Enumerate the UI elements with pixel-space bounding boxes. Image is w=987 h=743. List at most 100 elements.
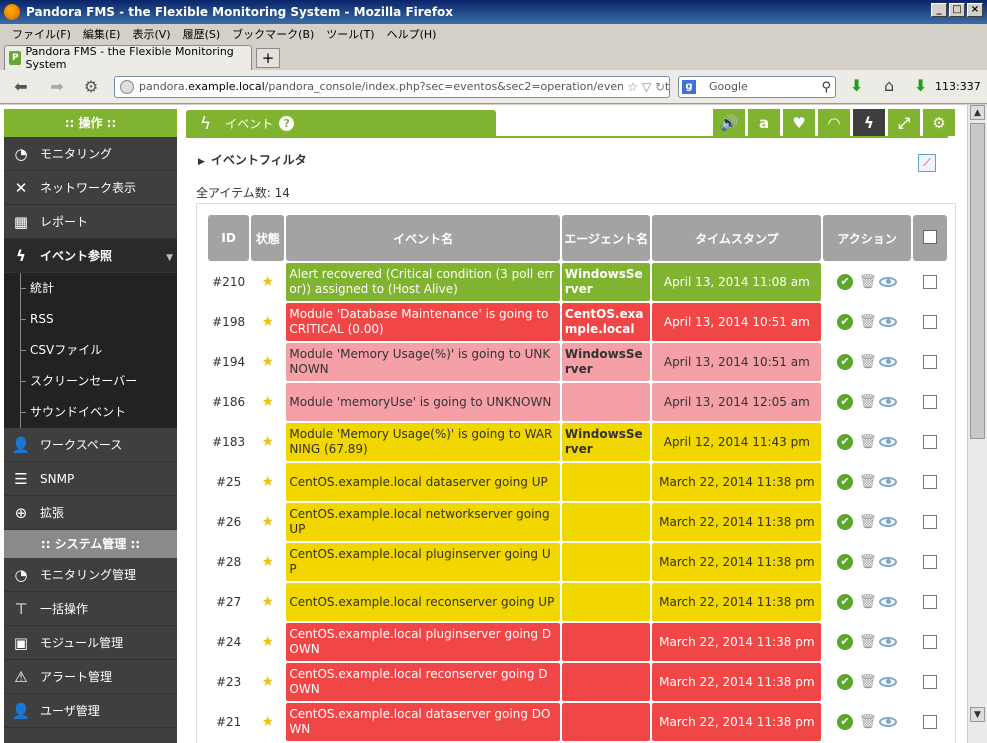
sidebar-item-monitoring[interactable]: ◔ モニタリング bbox=[4, 137, 177, 171]
search-icon[interactable]: ⚲ bbox=[821, 78, 831, 98]
trash-icon[interactable]: 🗑 bbox=[859, 354, 877, 370]
site-identity-icon[interactable]: ⚙ bbox=[80, 76, 102, 98]
eye-icon[interactable] bbox=[879, 637, 898, 647]
close-icon[interactable]: × bbox=[967, 3, 983, 17]
eye-icon[interactable] bbox=[879, 437, 898, 447]
column-header-timestamp[interactable]: タイムスタンプ bbox=[652, 215, 822, 261]
heart-icon[interactable]: ♥ bbox=[783, 109, 815, 136]
trash-icon[interactable]: 🗑 bbox=[859, 394, 877, 410]
sidebar-item-extensions[interactable]: ⊕ 拡張 bbox=[4, 496, 177, 530]
row-checkbox[interactable] bbox=[922, 475, 937, 490]
event-agent[interactable] bbox=[561, 583, 651, 621]
download-arrow-icon[interactable]: ⬇ bbox=[850, 76, 863, 95]
minimize-icon[interactable]: _ bbox=[931, 3, 947, 17]
sidebar-item-events[interactable]: ϟ イベント参照 ▼ bbox=[4, 239, 177, 273]
validate-check-icon[interactable]: ✔ bbox=[837, 674, 854, 690]
validate-check-icon[interactable]: ✔ bbox=[837, 634, 854, 650]
url-bar[interactable]: pandora.example.local/pandora_console/in… bbox=[114, 76, 670, 98]
chart-icon[interactable]: ⟋ bbox=[918, 154, 936, 172]
trash-icon[interactable]: 🗑 bbox=[859, 434, 877, 450]
row-checkbox[interactable] bbox=[922, 275, 937, 290]
sound-icon[interactable]: 🔊 bbox=[713, 109, 745, 136]
eye-icon[interactable] bbox=[879, 477, 898, 487]
sidebar-item-workspace[interactable]: 👤 ワークスペース bbox=[4, 428, 177, 462]
sidebar-subitem-csv[interactable]: CSVファイル bbox=[4, 335, 177, 366]
row-checkbox[interactable] bbox=[922, 355, 937, 370]
page-scrollbar[interactable]: ▲ ▼ bbox=[967, 105, 987, 743]
event-agent[interactable] bbox=[561, 543, 651, 581]
browser-tab[interactable]: P Pandora FMS - the Flexible Monitoring … bbox=[4, 45, 252, 71]
eye-icon[interactable] bbox=[879, 717, 898, 727]
event-filter-toggle[interactable]: ▶ イベントフィルタ bbox=[198, 151, 307, 168]
trash-icon[interactable]: 🗑 bbox=[859, 634, 877, 650]
event-agent[interactable] bbox=[561, 623, 651, 661]
row-checkbox[interactable] bbox=[922, 315, 937, 330]
row-checkbox[interactable] bbox=[922, 715, 937, 730]
event-agent[interactable]: WindowsServer bbox=[561, 423, 651, 461]
sidebar-item-network[interactable]: ✕ ネットワーク表示 bbox=[4, 171, 177, 205]
eye-icon[interactable] bbox=[879, 397, 898, 407]
sidebar-subitem-sound-events[interactable]: サウンドイベント bbox=[4, 397, 177, 428]
sidebar-item-bulk[interactable]: ⊤ 一括操作 bbox=[4, 592, 177, 626]
trash-icon[interactable]: 🗑 bbox=[859, 554, 877, 570]
rss-icon[interactable]: ◠ bbox=[818, 109, 850, 136]
eye-icon[interactable] bbox=[879, 677, 898, 687]
event-agent[interactable] bbox=[561, 703, 651, 741]
event-agent[interactable] bbox=[561, 383, 651, 421]
trash-icon[interactable]: 🗑 bbox=[859, 314, 877, 330]
validate-check-icon[interactable]: ✔ bbox=[837, 314, 854, 330]
row-checkbox[interactable] bbox=[922, 595, 937, 610]
bookmark-star-icon[interactable]: ☆ bbox=[627, 80, 638, 94]
trash-icon[interactable]: 🗑 bbox=[859, 594, 877, 610]
event-name[interactable]: Module 'Memory Usage(%)' is going to WAR… bbox=[286, 423, 560, 461]
validate-check-icon[interactable]: ✔ bbox=[837, 394, 854, 410]
scrollbar-thumb[interactable] bbox=[970, 123, 985, 439]
event-name[interactable]: CentOS.example.local dataserver going DO… bbox=[286, 703, 560, 741]
menu-edit[interactable]: 編集(E) bbox=[77, 24, 127, 42]
home-icon[interactable]: ⌂ bbox=[884, 76, 894, 95]
event-agent[interactable]: CentOS.example.local bbox=[561, 303, 651, 341]
validate-check-icon[interactable]: ✔ bbox=[837, 274, 854, 290]
validate-check-icon[interactable]: ✔ bbox=[837, 474, 854, 490]
column-header-id[interactable]: ID bbox=[208, 215, 250, 261]
validate-check-icon[interactable]: ✔ bbox=[837, 714, 854, 730]
sidebar-subitem-statistics[interactable]: 統計 bbox=[4, 273, 177, 304]
reload-icon[interactable]: ↻ bbox=[655, 80, 665, 94]
trash-icon[interactable]: 🗑 bbox=[859, 514, 877, 530]
menu-tools[interactable]: ツール(T) bbox=[320, 24, 380, 42]
validate-check-icon[interactable]: ✔ bbox=[837, 354, 854, 370]
validate-check-icon[interactable]: ✔ bbox=[837, 554, 854, 570]
sidebar-item-user-admin[interactable]: 👤 ユーザ管理 bbox=[4, 694, 177, 728]
eye-icon[interactable] bbox=[879, 317, 898, 327]
menu-view[interactable]: 表示(V) bbox=[126, 24, 176, 42]
menu-history[interactable]: 履歴(S) bbox=[177, 24, 227, 42]
fullscreen-icon[interactable]: ⤢ bbox=[888, 109, 920, 136]
event-agent[interactable] bbox=[561, 463, 651, 501]
column-header-event-name[interactable]: イベント名 bbox=[286, 215, 560, 261]
event-name[interactable]: CentOS.example.local pluginserver going … bbox=[286, 543, 560, 581]
dropdown-arrow-icon[interactable]: ▽ bbox=[642, 80, 651, 94]
search-input[interactable]: g Google ⚲ bbox=[678, 76, 836, 98]
sidebar-subitem-screensaver[interactable]: スクリーンセーバー bbox=[4, 366, 177, 397]
sidebar-item-snmp[interactable]: ☰ SNMP bbox=[4, 462, 177, 496]
scroll-down-icon[interactable]: ▼ bbox=[970, 707, 985, 722]
sidebar-subitem-rss[interactable]: RSS bbox=[4, 304, 177, 335]
row-checkbox[interactable] bbox=[922, 515, 937, 530]
column-header-status[interactable]: 状態 bbox=[251, 215, 285, 261]
menu-bookmarks[interactable]: ブックマーク(B) bbox=[226, 24, 320, 42]
event-agent[interactable] bbox=[561, 663, 651, 701]
eye-icon[interactable] bbox=[879, 557, 898, 567]
row-checkbox[interactable] bbox=[922, 435, 937, 450]
maximize-icon[interactable]: □ bbox=[949, 3, 965, 17]
event-name[interactable]: Module 'memoryUse' is going to UNKNOWN bbox=[286, 383, 560, 421]
validate-check-icon[interactable]: ✔ bbox=[837, 594, 854, 610]
forward-arrow-icon[interactable]: ➡ bbox=[46, 76, 68, 98]
eye-icon[interactable] bbox=[879, 357, 898, 367]
event-name[interactable]: Alert recovered (Critical condition (3 p… bbox=[286, 263, 560, 301]
bolt-view-icon[interactable]: ϟ bbox=[853, 109, 885, 136]
event-name[interactable]: Module 'Memory Usage(%)' is going to UNK… bbox=[286, 343, 560, 381]
new-tab-button[interactable]: + bbox=[256, 48, 280, 68]
scroll-up-icon[interactable]: ▲ bbox=[970, 105, 985, 120]
back-arrow-icon[interactable]: ⬅ bbox=[10, 76, 32, 98]
event-agent[interactable] bbox=[561, 503, 651, 541]
